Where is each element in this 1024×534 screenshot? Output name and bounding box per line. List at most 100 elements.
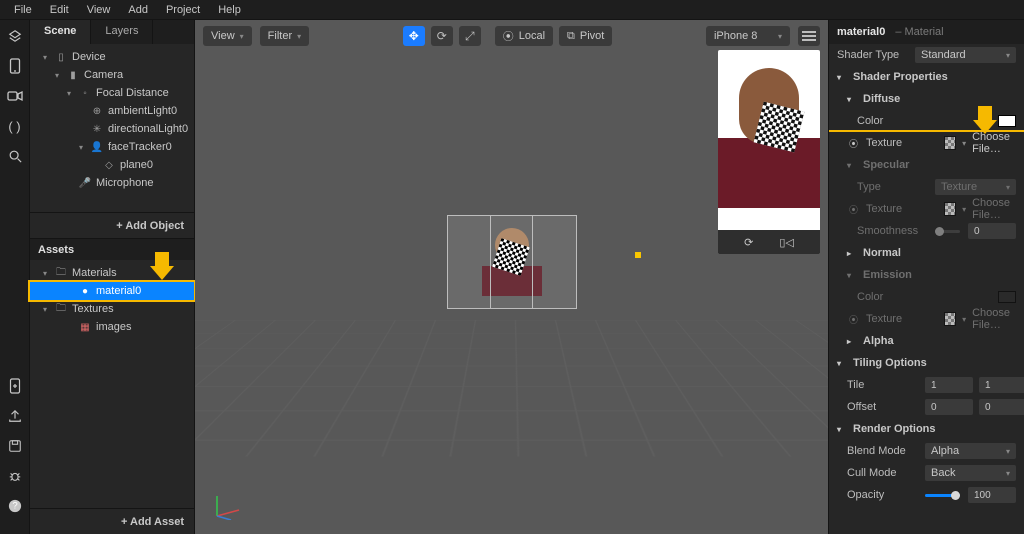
choose-file-button[interactable]: Choose File… (972, 307, 1016, 331)
restart-preview-button[interactable]: ⟳ (744, 236, 753, 249)
directional-light-icon: ✳︎ (90, 122, 104, 136)
rotate-tool-button[interactable]: ⟳ (431, 26, 453, 46)
opacity-value[interactable]: 100 (968, 487, 1016, 503)
tree-directional[interactable]: ✳︎directionalLight0 (30, 120, 194, 138)
tile-y-input[interactable]: 1 (979, 377, 1024, 393)
local-toggle[interactable]: ⦿Local (495, 26, 553, 46)
section-normal[interactable]: Normal (863, 247, 901, 259)
preview-menu-button[interactable] (798, 26, 820, 46)
inspector-type: – Material (895, 26, 943, 38)
add-asset-button[interactable]: + Add Asset (30, 508, 194, 534)
grid-floor (195, 320, 828, 457)
filter-dropdown[interactable]: Filter▾ (260, 26, 309, 46)
device-icon: ▯ (54, 50, 68, 64)
tab-scene[interactable]: Scene (30, 20, 91, 44)
texture-swatch[interactable] (944, 202, 956, 216)
shader-type-select[interactable]: Standard▾ (915, 47, 1016, 63)
tree-focal[interactable]: ▾◦Focal Distance (30, 84, 194, 102)
menu-view[interactable]: View (79, 2, 119, 18)
offset-x-input[interactable]: 0 (925, 399, 973, 415)
rail-bug-icon[interactable] (7, 468, 23, 484)
gizmo-handle[interactable] (635, 252, 641, 258)
tab-layers[interactable]: Layers (91, 20, 153, 44)
blend-mode-select[interactable]: Alpha▾ (925, 443, 1016, 459)
diffuse-color-label: Color (857, 115, 927, 127)
link-icon[interactable]: ⦿ (849, 137, 858, 150)
section-diffuse[interactable]: Diffuse (863, 93, 900, 105)
pivot-toggle[interactable]: ⧉Pivot (559, 26, 612, 46)
rail-help-icon[interactable]: ? (7, 498, 23, 514)
menu-project[interactable]: Project (158, 2, 208, 18)
cull-mode-select[interactable]: Back▾ (925, 465, 1016, 481)
tree-device[interactable]: ▾▯Device (30, 48, 194, 66)
rail-layers-icon[interactable] (7, 28, 23, 44)
scale-tool-button[interactable]: ⤢ (459, 26, 481, 46)
focal-icon: ◦ (78, 86, 92, 100)
smoothness-slider[interactable] (935, 230, 960, 233)
tile-x-input[interactable]: 1 (925, 377, 973, 393)
rail-patch-icon[interactable]: ( ) (7, 118, 23, 134)
menu-file[interactable]: File (6, 2, 40, 18)
tree-facetracker[interactable]: ▾👤faceTracker0 (30, 138, 194, 156)
emission-color-swatch[interactable] (998, 291, 1016, 303)
diffuse-color-swatch[interactable] (998, 115, 1016, 127)
menubar: File Edit View Add Project Help (0, 0, 1024, 20)
texture-swatch[interactable] (944, 312, 956, 326)
tree-microphone[interactable]: 🎤Microphone (30, 174, 194, 192)
section-specular[interactable]: Specular (863, 159, 909, 171)
chevron-down-icon[interactable]: ▾ (962, 139, 966, 148)
viewport[interactable]: View▾ Filter▾ ✥ ⟳ ⤢ ⦿Local ⧉Pivot iPhone… (195, 20, 828, 534)
choose-file-button[interactable]: Choose File… (972, 197, 1016, 221)
diffuse-texture-label: Texture (866, 137, 936, 149)
svg-text:?: ? (12, 501, 17, 512)
assets-material0[interactable]: ●material0 (30, 282, 194, 300)
chevron-down-icon: ▾ (240, 32, 244, 41)
rail-upload-icon[interactable] (7, 408, 23, 424)
chevron-down-icon: ▾ (778, 32, 782, 41)
plane-icon: ◇ (102, 158, 116, 172)
section-tiling[interactable]: Tiling Options (853, 357, 927, 369)
menu-edit[interactable]: Edit (42, 2, 77, 18)
face-tracker-icon: 👤 (90, 140, 104, 154)
tree-ambient[interactable]: ⊕ambientLight0 (30, 102, 194, 120)
move-tool-button[interactable]: ✥ (403, 26, 425, 46)
scene-tree: ▾▯Device ▾▮Camera ▾◦Focal Distance ⊕ambi… (30, 44, 194, 196)
shader-type-label: Shader Type (837, 49, 907, 61)
rail-search-icon[interactable] (7, 148, 23, 164)
image-icon: ▦ (78, 320, 92, 334)
assets-textures[interactable]: ▾🗀Textures (30, 300, 194, 318)
inspector: material0 – Material Shader Type Standar… (828, 20, 1024, 534)
section-shader-properties[interactable]: Shader Properties (853, 71, 948, 83)
smoothness-value[interactable]: 0 (968, 223, 1016, 239)
canvas-plane-preview (447, 215, 577, 309)
assets-images[interactable]: ▦images (30, 318, 194, 336)
callout-arrow-assets (150, 252, 174, 282)
menu-add[interactable]: Add (120, 2, 156, 18)
tree-camera[interactable]: ▾▮Camera (30, 66, 194, 84)
hamburger-icon (802, 31, 816, 41)
rail-device-icon[interactable] (7, 58, 23, 74)
device-preview: ⟳ ▯◁ (718, 50, 820, 254)
add-object-button[interactable]: + Add Object (30, 212, 194, 238)
left-panel: Scene Layers ▾▯Device ▾▮Camera ▾◦Focal D… (30, 20, 195, 534)
specular-type-select[interactable]: Texture▾ (935, 179, 1016, 195)
section-emission[interactable]: Emission (863, 269, 912, 281)
folder-icon: 🗀 (54, 302, 68, 316)
section-alpha[interactable]: Alpha (863, 335, 894, 347)
tree-plane0[interactable]: ◇plane0 (30, 156, 194, 174)
view-dropdown[interactable]: View▾ (203, 26, 252, 46)
rail-phone-plus-icon[interactable] (7, 378, 23, 394)
menu-help[interactable]: Help (210, 2, 249, 18)
opacity-slider[interactable] (925, 494, 960, 497)
chevron-down-icon: ▾ (297, 32, 301, 41)
material-icon: ● (78, 284, 92, 298)
device-dropdown[interactable]: iPhone 8▾ (706, 26, 790, 46)
pause-preview-button[interactable]: ▯◁ (779, 236, 794, 249)
section-render[interactable]: Render Options (853, 423, 936, 435)
left-rail: ( ) ? (0, 20, 30, 534)
rail-save-icon[interactable] (7, 438, 23, 454)
texture-swatch[interactable] (944, 136, 956, 150)
rail-video-icon[interactable] (7, 88, 23, 104)
offset-y-input[interactable]: 0 (979, 399, 1024, 415)
folder-icon: 🗀 (54, 266, 68, 280)
